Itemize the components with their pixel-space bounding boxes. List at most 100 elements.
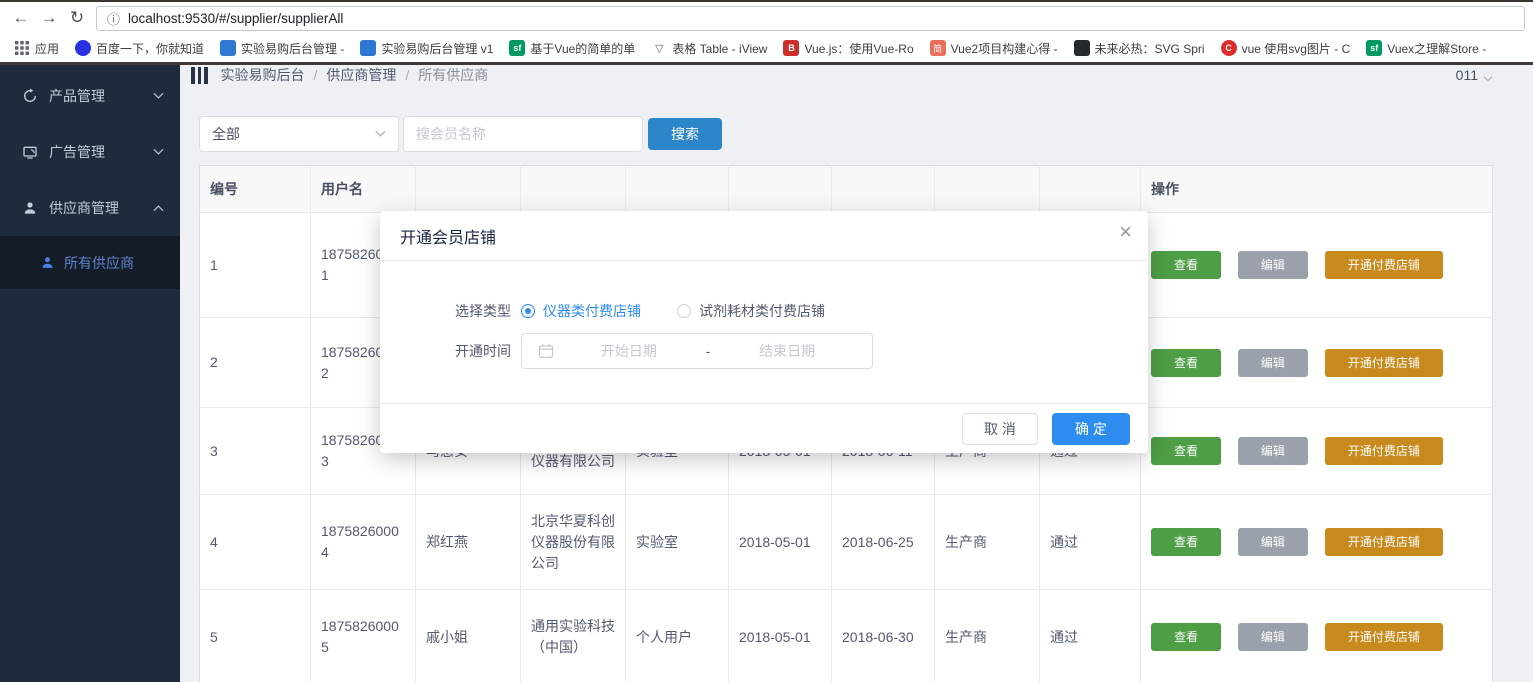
edit-button[interactable]: 编辑 (1238, 437, 1308, 465)
bookmark-item[interactable]: 实验易购后台管理 v1 (352, 37, 501, 59)
type-form-row: 选择类型 仪器类付费店铺 试剂耗材类付费店铺 (420, 293, 1128, 329)
view-button[interactable]: 查看 (1151, 623, 1221, 651)
col-hidden (1040, 166, 1141, 213)
start-date-placeholder[interactable]: 开始日期 (554, 341, 704, 361)
page-info-icon[interactable]: ⓘ (107, 9, 120, 28)
jianshu-favicon: 简 (930, 40, 946, 56)
ad-icon (22, 144, 38, 160)
cell-actions: 查看 编辑 开通付费店铺 (1141, 318, 1493, 408)
view-button[interactable]: 查看 (1151, 437, 1221, 465)
view-button[interactable]: 查看 (1151, 349, 1221, 377)
edit-button[interactable]: 编辑 (1238, 349, 1308, 377)
search-button[interactable]: 搜索 (648, 118, 722, 150)
cell-username: 18758260004 (311, 495, 416, 590)
end-date-placeholder[interactable]: 结束日期 (712, 341, 862, 361)
cell-status: 通过 (1040, 495, 1141, 590)
view-button[interactable]: 查看 (1151, 528, 1221, 556)
forward-icon[interactable]: → (36, 5, 62, 31)
modal-title: 开通会员店铺 (400, 224, 496, 248)
sidebar-item-supplier-management[interactable]: 供应商管理 (0, 180, 180, 236)
site-favicon (360, 40, 376, 56)
breadcrumb-item[interactable]: 供应商管理 (326, 65, 396, 85)
cell-user-type: 个人用户 (626, 590, 729, 682)
radio-label[interactable]: 仪器类付费店铺 (543, 301, 641, 321)
radio-label[interactable]: 试剂耗材类付费店铺 (699, 301, 825, 321)
site-favicon (1074, 40, 1090, 56)
date-range-picker[interactable]: 开始日期 - 结束日期 (521, 333, 873, 369)
supplier-person-icon (40, 255, 55, 270)
cancel-button[interactable]: 取 消 (962, 413, 1038, 445)
cell-no: 1 (200, 213, 311, 318)
collapse-menu-icon[interactable] (191, 67, 208, 84)
edit-button[interactable]: 编辑 (1238, 251, 1308, 279)
sidebar-item-ad-management[interactable]: 广告管理 (0, 124, 180, 180)
chevron-down-icon (153, 92, 164, 100)
csdn-favicon: C (1221, 40, 1237, 56)
bookmark-label: Vuex之理解Store - (1387, 40, 1486, 57)
site-favicon (220, 40, 236, 56)
close-icon[interactable]: × (1119, 221, 1132, 243)
bookmark-item[interactable]: sf Vuex之理解Store - (1358, 37, 1494, 59)
open-paid-shop-button[interactable]: 开通付费店铺 (1325, 349, 1443, 377)
cell-actions: 查看 编辑 开通付费店铺 (1141, 590, 1493, 682)
modal-body: 选择类型 仪器类付费店铺 试剂耗材类付费店铺 开通时间 开始日期 (380, 261, 1148, 369)
bookmark-item[interactable]: ▽ 表格 Table - iView (643, 37, 775, 59)
bookmark-apps[interactable]: 应用 (6, 37, 67, 59)
chevron-up-icon (153, 204, 164, 212)
col-actions: 操作 (1141, 166, 1493, 213)
edit-button[interactable]: 编辑 (1238, 528, 1308, 556)
open-paid-shop-button[interactable]: 开通付费店铺 (1325, 528, 1443, 556)
shop-type-radio-group: 仪器类付费店铺 试剂耗材类付费店铺 (521, 301, 825, 321)
open-member-shop-modal: 开通会员店铺 × 选择类型 仪器类付费店铺 试剂耗材类付费店铺 开通时间 (380, 211, 1148, 453)
open-paid-shop-button[interactable]: 开通付费店铺 (1325, 437, 1443, 465)
user-menu[interactable]: 011 (1456, 67, 1493, 83)
open-paid-shop-button[interactable]: 开通付费店铺 (1325, 251, 1443, 279)
back-icon[interactable]: ← (8, 5, 34, 31)
cell-no: 5 (200, 590, 311, 682)
bookmark-item[interactable]: 未来必热：SVG Spri (1066, 37, 1213, 59)
screen: ← → ↻ ⓘ localhost:9530/#/supplier/suppli… (0, 0, 1533, 682)
bookmark-item[interactable]: C vue 使用svg图片 - C (1213, 37, 1359, 59)
radio-checked-icon[interactable] (521, 304, 535, 318)
radio-option-reagent[interactable]: 试剂耗材类付费店铺 (677, 301, 825, 321)
baidu-favicon (75, 40, 91, 56)
address-bar[interactable]: ⓘ localhost:9530/#/supplier/supplierAll (96, 6, 1525, 31)
edit-button[interactable]: 编辑 (1238, 623, 1308, 651)
bookmark-item[interactable]: 百度一下，你就知道 (67, 37, 212, 59)
radio-unchecked-icon[interactable] (677, 304, 691, 318)
filter-bar: 全部 搜索 (199, 116, 1513, 152)
modal-footer: 取 消 确 定 (380, 403, 1148, 453)
breadcrumb-item[interactable]: 实验易购后台 (221, 65, 305, 85)
sidebar-item-label: 广告管理 (49, 142, 153, 162)
chevron-down-icon (153, 148, 164, 156)
cell-actions: 查看 编辑 开通付费店铺 (1141, 408, 1493, 495)
category-select[interactable]: 全部 (199, 116, 399, 152)
open-paid-shop-button[interactable]: 开通付费店铺 (1325, 623, 1443, 651)
radio-option-instrument[interactable]: 仪器类付费店铺 (521, 301, 641, 321)
view-button[interactable]: 查看 (1151, 251, 1221, 279)
bookmark-item[interactable]: B Vue.js：使用Vue-Ro (775, 37, 921, 59)
bookmark-label: 应用 (35, 40, 59, 57)
cell-no: 3 (200, 408, 311, 495)
sidebar-item-all-suppliers-active[interactable]: 所有供应商 (0, 236, 180, 289)
refresh-icon[interactable]: ↻ (64, 5, 90, 31)
product-icon (22, 88, 38, 104)
sidebar-item-label: 供应商管理 (49, 198, 153, 218)
time-form-row: 开通时间 开始日期 - 结束日期 (420, 333, 1128, 369)
cell-end-date: 2018-06-25 (832, 495, 935, 590)
sidebar-item-product-management[interactable]: 产品管理 (0, 68, 180, 124)
url-text[interactable]: localhost:9530/#/supplier/supplierAll (128, 11, 343, 26)
bookmark-item[interactable]: 简 Vue2项目构建心得 - (922, 37, 1066, 59)
member-search-input[interactable] (403, 116, 643, 152)
bookmark-label: Vue.js：使用Vue-Ro (804, 40, 913, 57)
topbar: 实验易购后台 / 供应商管理 / 所有供应商 011 (180, 65, 1533, 85)
bookmark-item[interactable]: 实验易购后台管理 - (212, 37, 352, 59)
sidebar-item-label: 产品管理 (49, 86, 153, 106)
col-hidden (416, 166, 521, 213)
bookmark-label: 百度一下，你就知道 (96, 40, 204, 57)
cell-actions: 查看 编辑 开通付费店铺 (1141, 495, 1493, 590)
bookmark-item[interactable]: sf 基于Vue的简单的单 (501, 37, 643, 59)
confirm-button[interactable]: 确 定 (1052, 413, 1130, 445)
col-hidden (626, 166, 729, 213)
bookmarks-bar: 应用 百度一下，你就知道 实验易购后台管理 - 实验易购后台管理 v1 sf 基… (0, 34, 1533, 62)
